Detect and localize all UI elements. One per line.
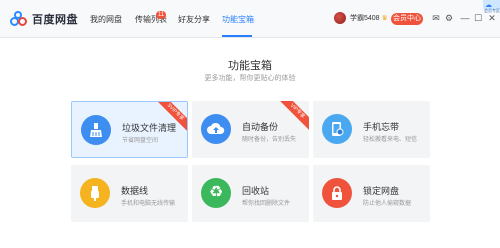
avatar[interactable] — [334, 12, 346, 24]
card-data-cable[interactable]: 数据线 手机和电脑无线传输 — [71, 165, 188, 222]
minimize-icon[interactable]: — — [460, 13, 470, 23]
card-junk-cleanup[interactable]: 垃圾文件清理 节省网盘空间 SVIP专享 — [71, 101, 188, 158]
card-recycle-bin[interactable]: ♻ 回收站 帮你找回删除文件 — [192, 165, 309, 222]
page-title: 功能宝箱 — [228, 60, 272, 72]
user-info[interactable]: 学霸5408 ♛ — [334, 12, 388, 24]
card-desc: 帮你找回删除文件 — [242, 201, 291, 207]
card-phone-forgotten[interactable]: 手机忘带 轻松搬看来电、短信 — [313, 101, 430, 158]
transfer-count-badge: 11 — [156, 11, 167, 19]
vip-area-badge[interactable]: ☁ 会员专区 — [483, 0, 500, 13]
top-bar: 百度网盘 我的网盘 传输列表 11 好友分享 功能宝箱 学霸5408 ♛ 会员中… — [0, 0, 500, 38]
phone-icon — [322, 114, 352, 144]
card-title: 手机忘带 — [363, 122, 400, 132]
settings-icon[interactable]: ⚙ — [444, 13, 454, 23]
main-nav: 我的网盘 传输列表 11 好友分享 功能宝箱 — [0, 0, 500, 38]
tab-toolbox[interactable]: 功能宝箱 — [222, 14, 254, 25]
cloud-upload-icon — [201, 114, 231, 144]
card-title: 数据线 — [121, 186, 149, 196]
recycle-icon: ♻ — [201, 178, 231, 208]
card-title: 垃圾文件清理 — [122, 123, 177, 133]
card-desc: 随时备份，告别丢失 — [242, 137, 297, 143]
card-desc: 防止他人偷窥数据 — [363, 201, 412, 207]
tab-my-disk[interactable]: 我的网盘 — [90, 14, 122, 25]
member-center-button[interactable]: 会员中心 — [391, 13, 423, 25]
card-desc: 手机和电脑无线传输 — [121, 201, 176, 207]
card-title: 锁定网盘 — [363, 186, 400, 196]
page-subtitle: 更多功能，帮你更贴心的体验 — [204, 75, 296, 82]
close-icon[interactable]: ✕ — [487, 13, 497, 23]
card-title: 回收站 — [242, 186, 270, 196]
card-title: 自动备份 — [242, 122, 279, 132]
vip-crown-icon: ♛ — [381, 15, 388, 22]
vip-ribbon: VIP专享 — [275, 101, 309, 134]
card-auto-backup[interactable]: 自动备份 随时备份，告别丢失 VIP专享 — [192, 101, 309, 158]
mail-icon[interactable]: ✉ — [431, 13, 441, 23]
card-lock-disk[interactable]: 锁定网盘 防止他人偷窥数据 — [313, 165, 430, 222]
usb-icon — [80, 178, 110, 208]
tab-friend-share[interactable]: 好友分享 — [178, 14, 210, 25]
active-tab-indicator — [222, 35, 252, 37]
card-desc: 轻松搬看来电、短信 — [363, 137, 418, 143]
card-desc: 节省网盘空间 — [122, 138, 159, 144]
username[interactable]: 学霸5408 — [350, 13, 380, 23]
lock-icon — [322, 178, 352, 208]
broom-icon — [81, 115, 111, 145]
maximize-icon[interactable]: ☐ — [473, 13, 483, 23]
vip-area-label: 会员专区 — [484, 8, 500, 13]
